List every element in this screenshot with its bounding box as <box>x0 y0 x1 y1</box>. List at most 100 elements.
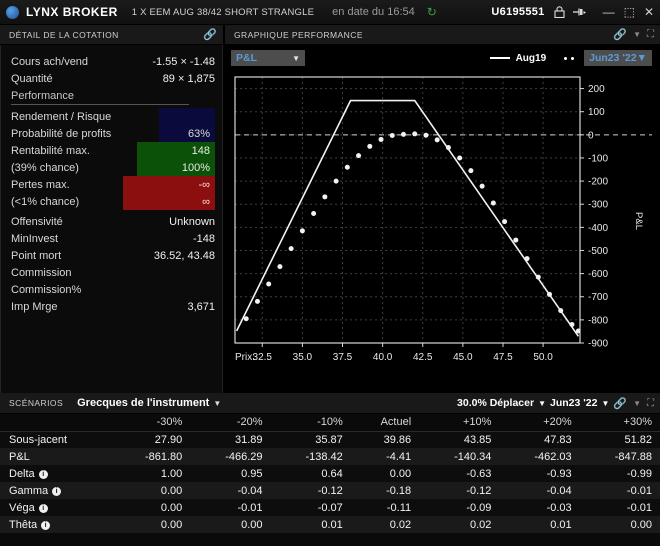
legend-dot <box>571 56 575 60</box>
move-percent-dropdown[interactable]: 30.0% Déplacer ▼ <box>457 397 546 409</box>
svg-text:35.0: 35.0 <box>293 352 313 363</box>
detail-value: -148 <box>192 232 215 245</box>
perf-label: Rentabilité max. <box>11 144 90 157</box>
scenarios-title-label: Grecques de l'instrument <box>77 397 210 409</box>
table-cell: -0.01 <box>579 499 660 516</box>
minimize-button[interactable]: — <box>603 5 615 19</box>
refresh-icon[interactable]: ↻ <box>427 5 437 19</box>
column-header: -10% <box>270 414 351 432</box>
perf-row-rendement-risque: Rendement / Risque <box>11 108 215 125</box>
svg-text:-300: -300 <box>588 200 608 211</box>
detail-row-offensivite: Offensivité Unknown <box>11 213 215 230</box>
perf-label: (39% chance) <box>11 161 79 174</box>
svg-text:Prix:: Prix: <box>235 352 255 363</box>
quote-row: Quantité 89 × 1,875 <box>11 70 215 87</box>
perf-value: 63% <box>159 125 215 142</box>
table-cell: -0.99 <box>579 465 660 482</box>
link-icon[interactable]: 🔗 <box>613 28 627 41</box>
info-icon[interactable]: i <box>41 520 51 530</box>
chevron-down-icon[interactable]: ▼ <box>633 30 641 39</box>
link-icon[interactable]: 🔗 <box>203 28 217 41</box>
table-cell: 0.02 <box>419 516 500 533</box>
perf-label: (<1% chance) <box>11 195 80 208</box>
svg-text:-700: -700 <box>588 292 608 303</box>
chart-legend: Aug19 Jun23 '22 ▼ <box>489 50 652 66</box>
detail-row-mininvest: MinInvest -148 <box>11 230 215 247</box>
svg-text:0: 0 <box>588 130 594 141</box>
quote-panel-title: DÉTAIL DE LA COTATION <box>9 29 119 40</box>
close-button[interactable]: ✕ <box>644 5 654 19</box>
svg-text:-400: -400 <box>588 223 608 234</box>
chevron-down-icon[interactable]: ▼ <box>633 399 641 408</box>
column-header: -20% <box>190 414 271 432</box>
svg-text:100: 100 <box>588 107 605 118</box>
legend-dotted-swatch <box>564 56 575 60</box>
position-description: 1 X EEM AUG 38/42 SHORT STRANGLE <box>131 6 315 18</box>
svg-text:50.0: 50.0 <box>533 352 553 363</box>
info-icon[interactable]: i <box>38 503 48 513</box>
expiry-dropdown[interactable]: Jun23 '22 ▼ <box>584 50 652 66</box>
expand-icon[interactable]: ⛶ <box>647 398 654 409</box>
main-content: DÉTAIL DE LA COTATION 🔗 Cours ach/vend -… <box>0 25 660 393</box>
svg-text:45.0: 45.0 <box>453 352 473 363</box>
lock-icon[interactable] <box>554 6 565 18</box>
expand-icon[interactable]: ⛶ <box>647 29 654 40</box>
link-icon[interactable]: 🔗 <box>613 397 627 410</box>
metric-dropdown[interactable]: P&L ▼ <box>231 50 305 66</box>
perf-row-chance-39: (39% chance) 100% <box>11 159 215 176</box>
row-label: Véga i <box>0 499 110 516</box>
title-bar: LYNX BROKER 1 X EEM AUG 38/42 SHORT STRA… <box>0 0 660 25</box>
table-cell: -861.80 <box>110 448 191 465</box>
tab-scenarios[interactable]: SCÉNARIOS <box>9 398 63 408</box>
perf-label: Pertes max. <box>11 178 70 191</box>
table-cell: 0.95 <box>190 465 271 482</box>
row-label: Gamma i <box>0 482 110 499</box>
quote-value: 89 × 1,875 <box>162 72 215 85</box>
row-label: P&L <box>0 448 110 465</box>
table-cell: -466.29 <box>190 448 271 465</box>
detail-value: 3,671 <box>187 300 215 313</box>
column-header: +10% <box>419 414 500 432</box>
table-cell: -0.93 <box>499 465 580 482</box>
table-cell: 0.01 <box>499 516 580 533</box>
detail-label: Imp Mrge <box>11 300 58 313</box>
perf-value: -∞ <box>123 176 215 193</box>
svg-text:-600: -600 <box>588 269 608 280</box>
chevron-down-icon: ▼ <box>538 399 546 408</box>
svg-text:P&L: P&L <box>633 212 644 230</box>
pin-icon[interactable] <box>572 7 587 17</box>
perf-value: 148 <box>137 142 215 159</box>
perf-value: ∞ <box>123 193 215 210</box>
scenarios-panel: SCÉNARIOS Grecques de l'instrument ▼ 30.0… <box>0 393 660 546</box>
svg-text:32.5: 32.5 <box>253 352 273 363</box>
column-header <box>0 414 110 432</box>
maximize-button[interactable]: ⬚ <box>624 5 635 19</box>
info-icon[interactable]: i <box>52 486 62 496</box>
table-cell: -847.88 <box>579 448 660 465</box>
table-cell: 1.00 <box>110 465 191 482</box>
scenarios-table: -30% -20% -10% Actuel +10% +20% +30% Sou… <box>0 414 660 533</box>
detail-value: 36.52, 43.48 <box>153 249 215 262</box>
svg-text:-500: -500 <box>588 246 608 257</box>
table-cell: 39.86 <box>350 431 420 448</box>
svg-text:47.5: 47.5 <box>493 352 513 363</box>
scenario-date-dropdown[interactable]: Jun23 '22 ▼ <box>550 397 609 409</box>
table-cell: 27.90 <box>110 431 191 448</box>
table-cell: 0.64 <box>270 465 351 482</box>
table-cell: -0.12 <box>270 482 351 499</box>
scenarios-title-dropdown[interactable]: Grecques de l'instrument ▼ <box>77 397 221 409</box>
table-row: Delta i 1.00 0.95 0.64 0.00 -0.63 -0.93 -0.99 <box>0 465 660 482</box>
table-row: Véga i 0.00 -0.01 -0.07 -0.11 -0.09 -0.03 -0.01 <box>0 499 660 516</box>
info-icon[interactable]: i <box>38 469 48 479</box>
legend-dot <box>564 56 568 60</box>
table-cell: -0.07 <box>270 499 351 516</box>
column-header: -30% <box>110 414 191 432</box>
table-cell: 43.85 <box>419 431 500 448</box>
metric-dropdown-label: P&L <box>236 52 257 64</box>
app-brand: LYNX BROKER <box>26 5 118 19</box>
detail-label: Commission <box>11 266 72 279</box>
table-cell: -0.03 <box>499 499 580 516</box>
chevron-down-icon: ▼ <box>213 399 222 408</box>
detail-row-commission: Commission <box>11 264 215 281</box>
detail-row-point-mort: Point mort 36.52, 43.48 <box>11 247 215 264</box>
